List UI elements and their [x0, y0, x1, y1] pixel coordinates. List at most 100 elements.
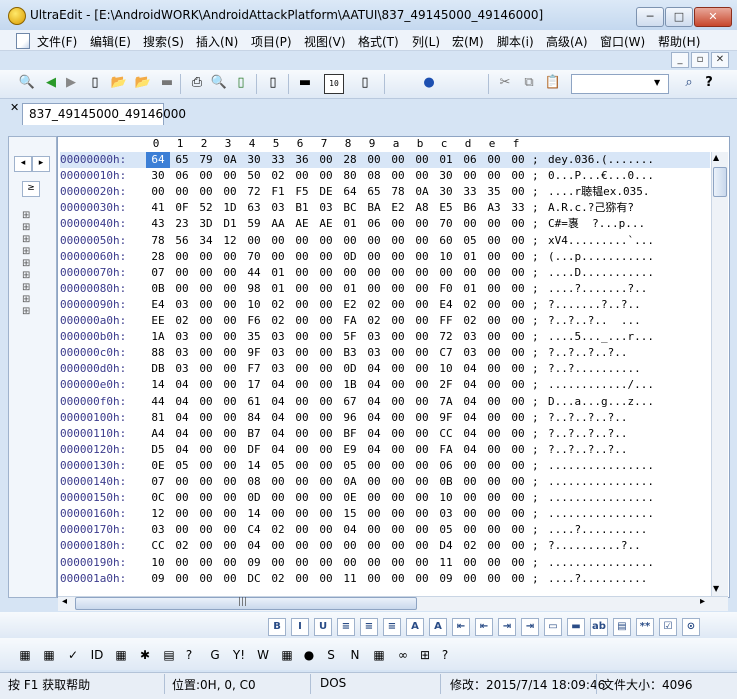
hex-byte[interactable]: 00	[290, 571, 314, 587]
hex-byte[interactable]: 00	[362, 265, 386, 281]
hex-byte[interactable]: 00	[194, 538, 218, 554]
tree-node-icon[interactable]: ⊞	[22, 234, 30, 245]
hex-byte[interactable]: 04	[170, 394, 194, 410]
hex-byte[interactable]: 04	[170, 377, 194, 393]
hex-byte[interactable]: 00	[386, 361, 410, 377]
hex-byte[interactable]: 00	[362, 506, 386, 522]
hex-byte[interactable]: 00	[410, 490, 434, 506]
hex-byte[interactable]: 00	[314, 265, 338, 281]
hex-byte[interactable]: 0B	[146, 281, 170, 297]
hex-byte[interactable]: 00	[482, 152, 506, 168]
hex-byte[interactable]: 02	[266, 168, 290, 184]
hex-byte[interactable]: 14	[146, 377, 170, 393]
hex-byte[interactable]: A3	[482, 200, 506, 216]
ascii-text[interactable]: ?..?..?.. ...	[548, 313, 641, 329]
hex-mode-icon[interactable]: 10	[324, 74, 344, 94]
map-icon[interactable]: ▦	[278, 646, 296, 664]
hex-byte[interactable]: 04	[170, 442, 194, 458]
hex-byte[interactable]: 04	[458, 442, 482, 458]
hex-byte[interactable]: 67	[338, 394, 362, 410]
hex-byte[interactable]: 35	[242, 329, 266, 345]
hex-byte[interactable]: 06	[362, 216, 386, 232]
hex-byte[interactable]: 00	[410, 297, 434, 313]
hex-byte[interactable]: 00	[506, 571, 530, 587]
page-icon[interactable]: ▯	[264, 74, 282, 92]
hex-byte[interactable]: 00	[386, 313, 410, 329]
hex-byte[interactable]: 79	[194, 152, 218, 168]
hex-byte[interactable]: 00	[410, 410, 434, 426]
scroll-right-icon[interactable]: ▸	[700, 596, 705, 607]
hex-byte[interactable]: 00	[506, 555, 530, 571]
hex-byte[interactable]: 00	[314, 281, 338, 297]
hex-byte[interactable]: 00	[266, 506, 290, 522]
hex-byte[interactable]: 52	[194, 200, 218, 216]
hex-byte[interactable]: 02	[266, 313, 290, 329]
hex-byte[interactable]: 04	[362, 394, 386, 410]
hex-byte[interactable]: 00	[506, 216, 530, 232]
hex-byte[interactable]: 30	[242, 152, 266, 168]
tree-node-icon[interactable]: ⊞	[22, 294, 30, 305]
hex-byte[interactable]: 00	[362, 571, 386, 587]
hex-byte[interactable]: E9	[338, 442, 362, 458]
hex-byte[interactable]: 00	[482, 522, 506, 538]
hex-byte[interactable]: F5	[290, 184, 314, 200]
browser-icon[interactable]: ●	[420, 74, 438, 92]
hex-byte[interactable]: 00	[482, 410, 506, 426]
hex-byte[interactable]: 12	[218, 233, 242, 249]
hex-byte[interactable]: 78	[386, 184, 410, 200]
wrap-icon[interactable]: ▬	[296, 74, 314, 92]
hex-byte[interactable]: 00	[290, 490, 314, 506]
menu-file[interactable]: 文件(F)	[37, 33, 77, 50]
hex-byte[interactable]: 00	[506, 281, 530, 297]
hex-byte[interactable]: 00	[386, 329, 410, 345]
hex-byte[interactable]: 00	[314, 442, 338, 458]
hex-byte[interactable]: B1	[290, 200, 314, 216]
wikipedia-icon[interactable]: W	[254, 646, 272, 664]
infinity-icon[interactable]: ∞	[394, 646, 412, 664]
hex-row[interactable]: 00000100h: 81 04 00 00 84 04 00 00 96 04 00 00 9F 04 00…	[60, 410, 627, 426]
underline-icon[interactable]: U	[314, 618, 332, 636]
hex-byte[interactable]: 1D	[218, 200, 242, 216]
hex-byte[interactable]: 00	[218, 313, 242, 329]
hex-byte[interactable]: 12	[146, 506, 170, 522]
hex-byte[interactable]: 00	[290, 233, 314, 249]
hex-byte[interactable]: 00	[194, 297, 218, 313]
hex-byte[interactable]: 00	[386, 377, 410, 393]
hex-byte[interactable]: 00	[482, 442, 506, 458]
hex-byte[interactable]: 00	[338, 233, 362, 249]
hex-byte[interactable]: 00	[170, 555, 194, 571]
hex-byte[interactable]: 00	[458, 571, 482, 587]
ascii-text[interactable]: ?..?..?..?..	[548, 345, 627, 361]
hex-byte[interactable]: 00	[482, 216, 506, 232]
italic-icon[interactable]: I	[291, 618, 309, 636]
hex-row[interactable]: 00000150h: 0C 00 00 00 0D 00 00 00 0E 00 00 00 10 00 00…	[60, 490, 654, 506]
hex-byte[interactable]: 00	[386, 522, 410, 538]
hex-byte[interactable]: 00	[314, 522, 338, 538]
hex-byte[interactable]: 00	[506, 361, 530, 377]
hex-byte[interactable]: 00	[506, 410, 530, 426]
menu-insert[interactable]: 插入(N)	[196, 33, 238, 50]
hex-byte[interactable]: 02	[266, 571, 290, 587]
hex-byte[interactable]: 00	[290, 249, 314, 265]
hex-byte[interactable]: 0A	[218, 152, 242, 168]
hex-byte[interactable]: 00	[218, 426, 242, 442]
hex-byte[interactable]: 00	[218, 168, 242, 184]
hex-byte[interactable]: C7	[434, 345, 458, 361]
hex-byte[interactable]: 00	[386, 345, 410, 361]
ascii-text[interactable]: ................	[548, 555, 654, 571]
hex-row[interactable]: 00000120h: D5 04 00 00 DF 04 00 00 E9 04 00 00 FA 04 00…	[60, 442, 627, 458]
hex-byte[interactable]: 04	[266, 394, 290, 410]
ascii-text[interactable]: ............/...	[548, 377, 654, 393]
align-center-icon[interactable]: ≡	[360, 618, 378, 636]
hex-byte[interactable]: 00	[290, 361, 314, 377]
hex-byte[interactable]: 00	[314, 152, 338, 168]
hex-byte[interactable]: 00	[362, 233, 386, 249]
hex-byte[interactable]: 00	[506, 377, 530, 393]
hex-byte[interactable]: 33	[266, 152, 290, 168]
hex-byte[interactable]: 00	[314, 377, 338, 393]
hex-byte[interactable]: 60	[434, 233, 458, 249]
hex-row[interactable]: 000000f0h: 44 04 00 00 61 04 00 00 67 04 00 00 7A 04 00…	[60, 394, 654, 410]
highlight-icon[interactable]: A	[429, 618, 447, 636]
hex-byte[interactable]: 00	[290, 281, 314, 297]
hex-byte[interactable]: 00	[482, 490, 506, 506]
